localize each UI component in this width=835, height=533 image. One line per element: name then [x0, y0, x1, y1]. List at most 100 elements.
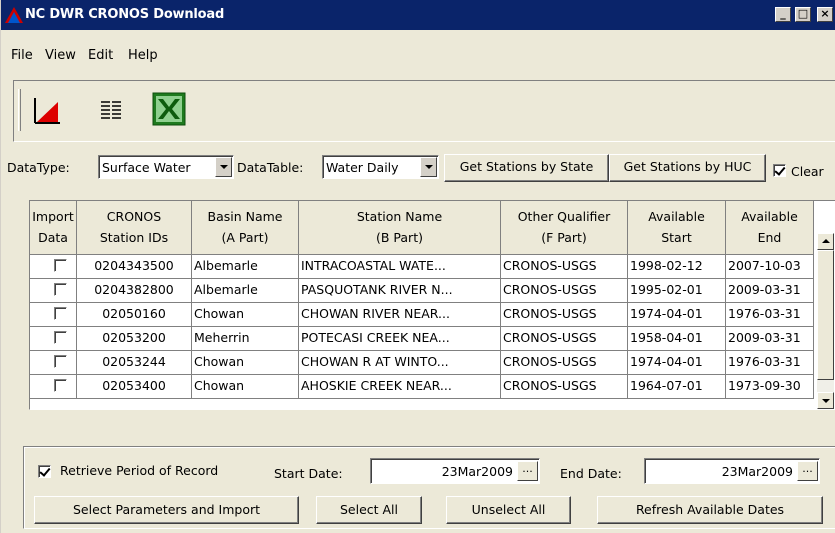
basin-name-cell: Chowan [192, 303, 299, 327]
close-button[interactable]: × [817, 7, 833, 22]
start-date-field[interactable]: 23Mar2009 ... [370, 458, 540, 484]
import-checkbox[interactable] [54, 355, 67, 368]
qualifier-cell: CRONOS-USGS [501, 327, 628, 351]
import-checkbox[interactable] [54, 331, 67, 344]
start-date-cell: 1964-07-01 [628, 375, 726, 399]
qualifier-cell: CRONOS-USGS [501, 375, 628, 399]
datatable-label: DataTable: [237, 160, 304, 175]
station-id-cell: 02050160 [77, 303, 192, 327]
header-available-start[interactable]: Available Start [628, 201, 726, 255]
unselect-all-button[interactable]: Unselect All [446, 496, 571, 524]
menu-file[interactable]: File [11, 48, 33, 63]
maximize-button[interactable]: □ [795, 7, 811, 22]
station-id-cell: 02053244 [77, 351, 192, 375]
window-title: NC DWR CRONOS Download [25, 7, 225, 22]
end-date-cell: 1976-03-31 [726, 303, 814, 327]
datatable-select[interactable]: Water Daily [322, 155, 439, 179]
start-date-cell: 1958-04-01 [628, 327, 726, 351]
start-date-cell: 1998-02-12 [628, 255, 726, 279]
stations-table: Import Data CRONOS Station IDs Basin Name(… [29, 200, 835, 410]
excel-icon[interactable] [152, 92, 186, 126]
datatype-label: DataType: [7, 160, 70, 175]
menu-bar: File View Edit Help [1, 45, 835, 67]
toolbar-grip[interactable] [18, 89, 21, 131]
scroll-down-icon[interactable] [817, 392, 834, 409]
import-cell[interactable] [30, 327, 77, 351]
end-date-field[interactable]: 23Mar2009 ... [644, 458, 820, 484]
header-station-ids[interactable]: CRONOS Station IDs [77, 201, 192, 255]
import-checkbox[interactable] [54, 259, 67, 272]
end-date-picker-button[interactable]: ... [797, 461, 818, 481]
station-id-cell: 0204382800 [77, 279, 192, 303]
qualifier-cell: CRONOS-USGS [501, 255, 628, 279]
station-id-cell: 02053200 [77, 327, 192, 351]
station-name-cell: POTECASI CREEK NEA... [299, 327, 501, 351]
refresh-available-dates-button[interactable]: Refresh Available Dates [597, 496, 823, 524]
station-id-cell: 02053400 [77, 375, 192, 399]
app-logo-icon [5, 7, 23, 23]
import-cell[interactable] [30, 279, 77, 303]
select-parameters-and-import-button[interactable]: Select Parameters and Import [34, 496, 299, 524]
end-date-cell: 2009-03-31 [726, 279, 814, 303]
options-panel: Retrieve Period of Record Start Date: 23… [23, 446, 835, 529]
start-date-label: Start Date: [274, 466, 343, 481]
start-date-cell: 1974-04-01 [628, 351, 726, 375]
vertical-scrollbar[interactable] [817, 233, 834, 409]
header-available-end[interactable]: Available End [726, 201, 814, 255]
retrieve-period-label: Retrieve Period of Record [60, 463, 219, 478]
station-name-cell: CHOWAN R AT WINTO... [299, 351, 501, 375]
app-window: NC DWR CRONOS Download _ □ × File View E… [0, 0, 835, 533]
basin-name-cell: Chowan [192, 351, 299, 375]
get-stations-by-state-button[interactable]: Get Stations by State [444, 154, 609, 182]
title-bar[interactable]: NC DWR CRONOS Download _ □ × [1, 0, 835, 30]
end-date-cell: 1973-09-30 [726, 375, 814, 399]
qualifier-cell: CRONOS-USGS [501, 303, 628, 327]
toolbar [13, 80, 835, 142]
clear-label: Clear [791, 164, 824, 179]
basin-name-cell: Albemarle [192, 255, 299, 279]
scroll-up-icon[interactable] [817, 233, 834, 250]
basin-name-cell: Albemarle [192, 279, 299, 303]
datatype-select[interactable]: Surface Water [98, 155, 234, 179]
station-id-cell: 0204343500 [77, 255, 192, 279]
start-date-cell: 1974-04-01 [628, 303, 726, 327]
import-cell[interactable] [30, 375, 77, 399]
scroll-thumb[interactable] [817, 250, 834, 380]
qualifier-cell: CRONOS-USGS [501, 279, 628, 303]
chevron-down-icon[interactable] [420, 157, 437, 177]
import-checkbox[interactable] [54, 379, 67, 392]
chart-icon[interactable] [32, 96, 62, 126]
end-date-cell: 2009-03-31 [726, 327, 814, 351]
end-date-cell: 2007-10-03 [726, 255, 814, 279]
header-import-data[interactable]: Import Data [30, 201, 77, 255]
import-cell[interactable] [30, 303, 77, 327]
filter-row: DataType: Surface Water DataTable: Water… [1, 154, 835, 184]
retrieve-period-checkbox[interactable] [38, 465, 51, 478]
text-report-icon[interactable] [96, 96, 126, 126]
menu-edit[interactable]: Edit [88, 48, 113, 63]
menu-help[interactable]: Help [128, 48, 158, 63]
header-basin-name[interactable]: Basin Name (A Part) [192, 201, 299, 255]
end-date-label: End Date: [560, 466, 622, 481]
header-station-name[interactable]: Station Name (B Part) [299, 201, 501, 255]
end-date-cell: 1976-03-31 [726, 351, 814, 375]
station-name-cell: AHOSKIE CREEK NEAR... [299, 375, 501, 399]
basin-name-cell: Chowan [192, 375, 299, 399]
station-name-cell: CHOWAN RIVER NEAR... [299, 303, 501, 327]
station-name-cell: INTRACOASTAL WATE... [299, 255, 501, 279]
qualifier-cell: CRONOS-USGS [501, 351, 628, 375]
import-cell[interactable] [30, 255, 77, 279]
chevron-down-icon[interactable] [215, 157, 232, 177]
start-date-cell: 1995-02-01 [628, 279, 726, 303]
import-checkbox[interactable] [54, 283, 67, 296]
clear-checkbox[interactable] [773, 164, 786, 177]
menu-view[interactable]: View [45, 48, 76, 63]
select-all-button[interactable]: Select All [316, 496, 422, 524]
minimize-button[interactable]: _ [775, 7, 791, 22]
import-cell[interactable] [30, 351, 77, 375]
import-checkbox[interactable] [54, 307, 67, 320]
start-date-picker-button[interactable]: ... [517, 461, 538, 481]
header-other-qualifier[interactable]: Other Qualifier (F Part) [501, 201, 628, 255]
station-name-cell: PASQUOTANK RIVER N... [299, 279, 501, 303]
get-stations-by-huc-button[interactable]: Get Stations by HUC [609, 154, 766, 182]
